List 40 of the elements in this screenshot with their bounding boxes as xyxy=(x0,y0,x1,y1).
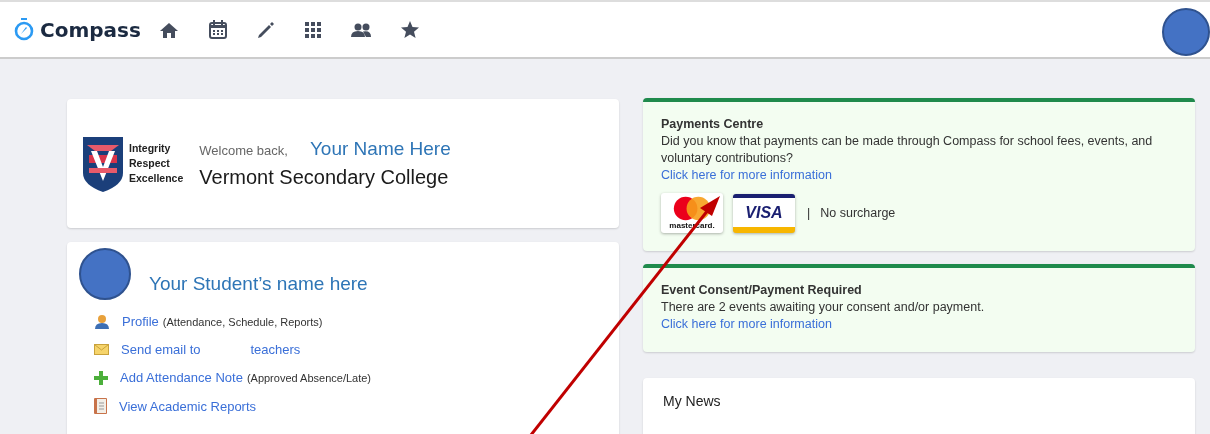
person-icon xyxy=(94,314,110,329)
more-info-link[interactable]: Click here for more information xyxy=(661,317,832,331)
plus-icon xyxy=(94,370,108,385)
more-info-link[interactable]: Click here for more information xyxy=(661,168,832,182)
logo-icon xyxy=(14,17,34,42)
brand-name[interactable]: Compass xyxy=(40,17,141,42)
student-link[interactable]: Profile xyxy=(122,314,159,329)
calendar-icon[interactable] xyxy=(208,20,227,39)
student-link[interactable]: teachers xyxy=(250,342,301,357)
school-name: Vermont Secondary College xyxy=(199,166,450,189)
user-name: Your Name Here xyxy=(309,138,451,159)
star-icon[interactable] xyxy=(400,21,419,38)
student-link[interactable]: Send email to xyxy=(121,342,201,357)
motto-word: Excellence xyxy=(129,171,184,186)
school-crest-icon xyxy=(81,134,125,193)
separator: | xyxy=(807,204,811,222)
alert-text: There are 2 events awaiting your consent and/or payment. xyxy=(661,299,986,316)
alert-text: Did you know that payments can be made through Compass for school fees, events, and voluntary contributions? xyxy=(661,133,1154,167)
notebook-icon xyxy=(94,398,107,414)
grid-icon[interactable] xyxy=(304,21,321,38)
news-title: My News xyxy=(663,393,721,409)
alert-title: Payments Centre xyxy=(661,116,765,133)
motto-word: Respect xyxy=(129,156,171,171)
circles-icon xyxy=(672,196,712,221)
people-icon[interactable] xyxy=(350,22,371,37)
motto-word: Integrity xyxy=(129,141,172,156)
student-link[interactable]: View Academic Reports xyxy=(119,398,257,414)
envelope-icon xyxy=(94,344,109,355)
student-name: Your Student’s name here xyxy=(149,273,368,295)
welcome-text: Welcome back, xyxy=(199,143,288,158)
home-icon[interactable] xyxy=(158,20,179,39)
student-link[interactable]: Add Attendance Note xyxy=(120,370,243,385)
link-note: (Attendance, Schedule, Reports) xyxy=(162,315,323,328)
avatar[interactable] xyxy=(1162,8,1210,56)
pencil-icon[interactable] xyxy=(256,20,275,39)
surcharge-note: No surcharge xyxy=(820,204,896,222)
visa-logo: VISA xyxy=(733,193,795,233)
link-note: (Approved Absence/Late) xyxy=(246,371,371,384)
alert-title: Event Consent/Payment Required xyxy=(661,282,863,299)
student-avatar xyxy=(79,248,131,300)
